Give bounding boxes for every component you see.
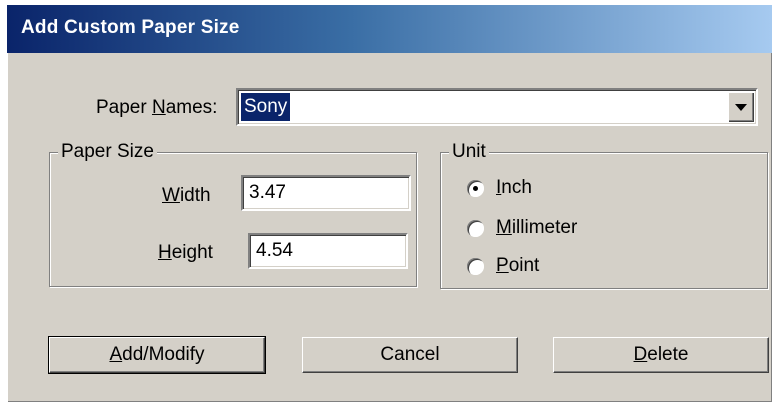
dropdown-arrow-icon[interactable] xyxy=(728,92,754,122)
width-label: Width xyxy=(162,185,211,206)
height-input[interactable]: 4.54 xyxy=(248,233,408,269)
paper-size-group-label: Paper Size xyxy=(58,141,157,163)
height-label: Height xyxy=(158,242,213,263)
add-custom-paper-size-dialog: Add Custom Paper Size Paper Names: Sony … xyxy=(7,5,772,402)
paper-names-label: Paper Names: xyxy=(96,97,218,118)
unit-group-label: Unit xyxy=(449,141,489,163)
title-bar[interactable]: Add Custom Paper Size xyxy=(7,5,772,53)
height-value[interactable]: 4.54 xyxy=(256,240,293,262)
radio-selected-icon[interactable] xyxy=(467,180,484,197)
unit-inch-label: Inch xyxy=(496,177,532,198)
add-modify-button[interactable]: Add/Modify xyxy=(48,336,266,374)
paper-names-value[interactable]: Sony xyxy=(239,92,292,122)
unit-group: Unit xyxy=(440,141,768,289)
unit-point-label: Point xyxy=(496,255,540,276)
window-title: Add Custom Paper Size xyxy=(21,17,240,38)
width-value[interactable]: 3.47 xyxy=(249,182,286,204)
width-input[interactable]: 3.47 xyxy=(241,175,411,211)
delete-button[interactable]: Delete xyxy=(553,337,769,373)
radio-icon[interactable] xyxy=(467,258,484,275)
unit-millimeter-label: Millimeter xyxy=(496,217,578,238)
radio-icon[interactable] xyxy=(467,220,484,237)
cancel-button[interactable]: Cancel xyxy=(302,337,518,373)
paper-names-combobox[interactable]: Sony xyxy=(236,88,758,126)
